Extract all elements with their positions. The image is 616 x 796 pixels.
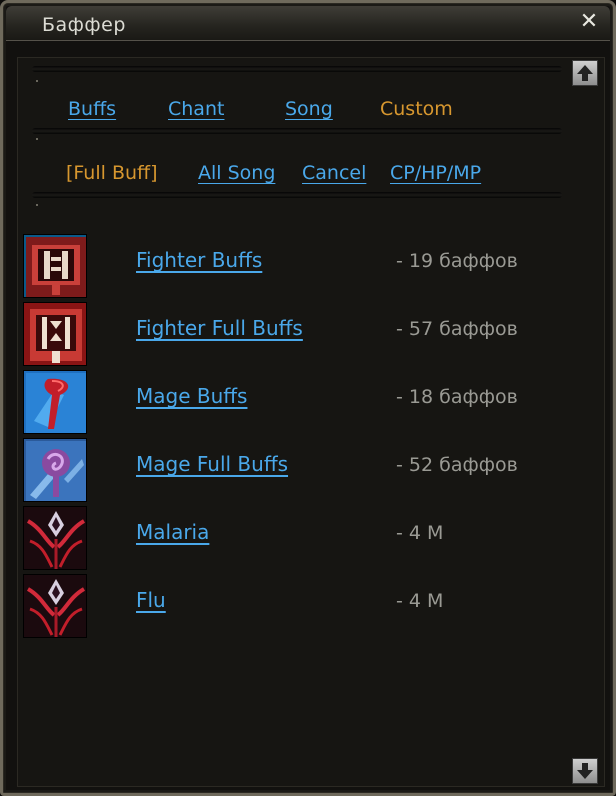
tab-full-buff[interactable]: [Full Buff]: [66, 162, 158, 184]
content-panel: Buffs Chant Song Custom [Full Buff] All …: [17, 57, 605, 787]
row-count: - 19 баффов: [396, 250, 518, 272]
scroll-up-button[interactable]: [572, 60, 598, 86]
row-link-flu[interactable]: Flu: [136, 588, 166, 612]
row-link-fighter-buffs[interactable]: Fighter Buffs: [136, 248, 262, 272]
tab-song[interactable]: Song: [285, 98, 333, 120]
row-link-malaria[interactable]: Malaria: [136, 520, 209, 544]
row-link-mage-full-buffs[interactable]: Mage Full Buffs: [136, 452, 288, 476]
divider-dot: [36, 80, 38, 82]
tab-cancel[interactable]: Cancel: [302, 162, 366, 184]
row-link-mage-buffs[interactable]: Mage Buffs: [136, 384, 247, 408]
fighter-buff-icon: [23, 234, 87, 298]
divider: [32, 192, 562, 198]
arrow-down-icon: [577, 763, 593, 779]
divider-dot: [36, 138, 38, 140]
tab-chant[interactable]: Chant: [168, 98, 224, 120]
row-count: - 4 M: [396, 522, 444, 544]
row-link-fighter-full-buffs[interactable]: Fighter Full Buffs: [136, 316, 303, 340]
arrow-up-icon: [577, 65, 593, 81]
row-count: - 52 баффов: [396, 454, 518, 476]
divider: [32, 66, 562, 72]
tab-cp-hp-mp[interactable]: CP/HP/MP: [390, 162, 481, 184]
mage-full-buff-icon: [23, 438, 87, 502]
window-title: Баффер: [42, 14, 126, 36]
close-icon[interactable]: ✕: [578, 11, 600, 33]
fighter-full-buff-icon: [23, 302, 87, 366]
divider-dot: [36, 204, 38, 206]
title-bar[interactable]: Баффер ✕: [6, 6, 610, 41]
row-count: - 18 баффов: [396, 386, 518, 408]
tab-custom[interactable]: Custom: [380, 98, 453, 120]
tab-buffs[interactable]: Buffs: [68, 98, 116, 120]
scroll-down-button[interactable]: [572, 758, 598, 784]
divider: [32, 128, 562, 134]
row-count: - 4 M: [396, 590, 444, 612]
row-count: - 57 баффов: [396, 318, 518, 340]
flu-icon: [23, 574, 87, 638]
malaria-icon: [23, 506, 87, 570]
mage-buff-icon: [23, 370, 87, 434]
buffer-window: Баффер ✕ Buffs Chant Song Custom [Full B…: [0, 0, 616, 796]
tab-all-song[interactable]: All Song: [198, 162, 275, 184]
